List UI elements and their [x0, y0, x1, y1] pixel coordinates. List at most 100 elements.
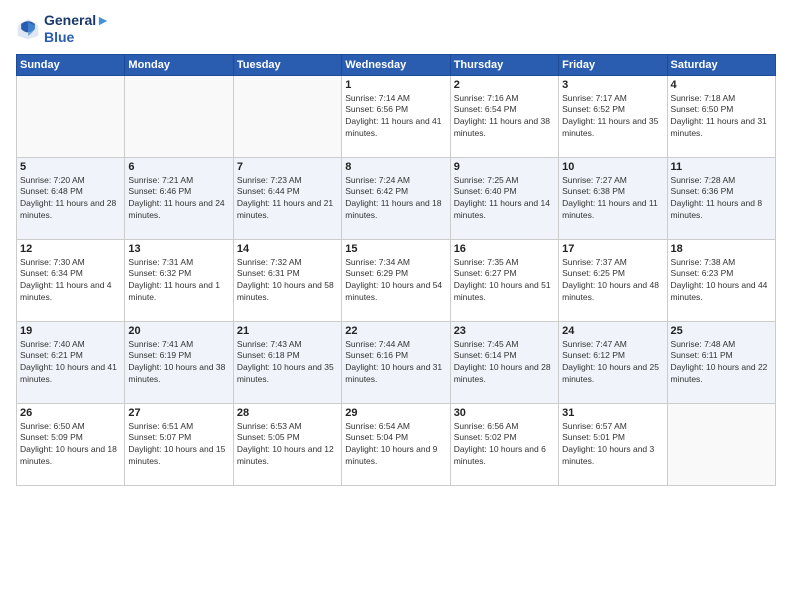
- day-number: 21: [237, 325, 338, 337]
- day-cell: [17, 75, 125, 157]
- day-number: 30: [454, 407, 555, 419]
- day-info: Sunrise: 7:35 AM Sunset: 6:27 PM Dayligh…: [454, 257, 555, 305]
- day-cell: 14 Sunrise: 7:32 AM Sunset: 6:31 PM Dayli…: [233, 239, 341, 321]
- day-number: 9: [454, 161, 555, 173]
- week-row-5: 26 Sunrise: 6:50 AM Sunset: 5:09 PM Dayli…: [17, 403, 776, 485]
- day-cell: 11 Sunrise: 7:28 AM Sunset: 6:36 PM Dayli…: [667, 157, 775, 239]
- weekday-header-thursday: Thursday: [450, 54, 558, 75]
- day-info: Sunrise: 6:56 AM Sunset: 5:02 PM Dayligh…: [454, 421, 555, 469]
- day-info: Sunrise: 6:53 AM Sunset: 5:05 PM Dayligh…: [237, 421, 338, 469]
- logo-text: General► Blue: [44, 12, 110, 46]
- day-number: 2: [454, 79, 555, 91]
- week-row-2: 5Sunrise: 7:20 AM Sunset: 6:48 PM Daylig…: [17, 157, 776, 239]
- day-number: 5: [20, 161, 121, 173]
- day-cell: 19 Sunrise: 7:40 AM Sunset: 6:21 PM Dayli…: [17, 321, 125, 403]
- day-info: Sunrise: 7:32 AM Sunset: 6:31 PM Dayligh…: [237, 257, 338, 305]
- day-cell: 13 Sunrise: 7:31 AM Sunset: 6:32 PM Dayli…: [125, 239, 233, 321]
- day-cell: 18Sunrise: 7:38 AM Sunset: 6:23 PM Dayli…: [667, 239, 775, 321]
- day-info: Sunrise: 7:48 AM Sunset: 6:11 PM Dayligh…: [671, 339, 772, 387]
- week-row-3: 12 Sunrise: 7:30 AM Sunset: 6:34 PM Dayli…: [17, 239, 776, 321]
- page-header: General► Blue: [16, 12, 776, 46]
- day-number: 15: [345, 243, 446, 255]
- day-cell: 8 Sunrise: 7:24 AM Sunset: 6:42 PM Daylig…: [342, 157, 450, 239]
- day-number: 27: [128, 407, 229, 419]
- day-number: 26: [20, 407, 121, 419]
- day-cell: 5Sunrise: 7:20 AM Sunset: 6:48 PM Daylig…: [17, 157, 125, 239]
- weekday-header-friday: Friday: [559, 54, 667, 75]
- day-number: 24: [562, 325, 663, 337]
- day-cell: 10 Sunrise: 7:27 AM Sunset: 6:38 PM Dayli…: [559, 157, 667, 239]
- day-info: Sunrise: 6:57 AM Sunset: 5:01 PM Dayligh…: [562, 421, 663, 469]
- week-row-4: 19 Sunrise: 7:40 AM Sunset: 6:21 PM Dayli…: [17, 321, 776, 403]
- day-info: Sunrise: 7:17 AM Sunset: 6:52 PM Dayligh…: [562, 93, 663, 141]
- day-number: 16: [454, 243, 555, 255]
- day-number: 10: [562, 161, 663, 173]
- day-cell: [233, 75, 341, 157]
- day-number: 8: [345, 161, 446, 173]
- day-cell: 23 Sunrise: 7:45 AM Sunset: 6:14 PM Dayli…: [450, 321, 558, 403]
- day-cell: 4 Sunrise: 7:18 AM Sunset: 6:50 PM Daylig…: [667, 75, 775, 157]
- day-cell: 3 Sunrise: 7:17 AM Sunset: 6:52 PM Daylig…: [559, 75, 667, 157]
- day-info: Sunrise: 7:24 AM Sunset: 6:42 PM Dayligh…: [345, 175, 446, 223]
- day-info: Sunrise: 7:25 AM Sunset: 6:40 PM Dayligh…: [454, 175, 555, 223]
- day-number: 29: [345, 407, 446, 419]
- day-cell: 27 Sunrise: 6:51 AM Sunset: 5:07 PM Dayli…: [125, 403, 233, 485]
- day-info: Sunrise: 6:50 AM Sunset: 5:09 PM Dayligh…: [20, 421, 121, 469]
- day-cell: 25 Sunrise: 7:48 AM Sunset: 6:11 PM Dayli…: [667, 321, 775, 403]
- day-number: 13: [128, 243, 229, 255]
- day-info: Sunrise: 7:47 AM Sunset: 6:12 PM Dayligh…: [562, 339, 663, 387]
- logo-icon: [16, 17, 40, 41]
- day-cell: 29Sunrise: 6:54 AM Sunset: 5:04 PM Dayli…: [342, 403, 450, 485]
- day-info: Sunrise: 7:45 AM Sunset: 6:14 PM Dayligh…: [454, 339, 555, 387]
- day-cell: 20Sunrise: 7:41 AM Sunset: 6:19 PM Dayli…: [125, 321, 233, 403]
- day-number: 14: [237, 243, 338, 255]
- day-info: Sunrise: 7:40 AM Sunset: 6:21 PM Dayligh…: [20, 339, 121, 387]
- weekday-header-wednesday: Wednesday: [342, 54, 450, 75]
- day-number: 11: [671, 161, 772, 173]
- day-info: Sunrise: 7:30 AM Sunset: 6:34 PM Dayligh…: [20, 257, 121, 305]
- weekday-header-saturday: Saturday: [667, 54, 775, 75]
- weekday-header-row: SundayMondayTuesdayWednesdayThursdayFrid…: [17, 54, 776, 75]
- day-number: 23: [454, 325, 555, 337]
- day-number: 6: [128, 161, 229, 173]
- day-info: Sunrise: 7:34 AM Sunset: 6:29 PM Dayligh…: [345, 257, 446, 305]
- day-number: 18: [671, 243, 772, 255]
- day-info: Sunrise: 7:27 AM Sunset: 6:38 PM Dayligh…: [562, 175, 663, 223]
- day-number: 12: [20, 243, 121, 255]
- week-row-1: 1 Sunrise: 7:14 AM Sunset: 6:56 PM Daylig…: [17, 75, 776, 157]
- day-info: Sunrise: 7:44 AM Sunset: 6:16 PM Dayligh…: [345, 339, 446, 387]
- day-info: Sunrise: 7:16 AM Sunset: 6:54 PM Dayligh…: [454, 93, 555, 141]
- day-cell: 31 Sunrise: 6:57 AM Sunset: 5:01 PM Dayli…: [559, 403, 667, 485]
- weekday-header-sunday: Sunday: [17, 54, 125, 75]
- day-info: Sunrise: 7:23 AM Sunset: 6:44 PM Dayligh…: [237, 175, 338, 223]
- day-cell: 16 Sunrise: 7:35 AM Sunset: 6:27 PM Dayli…: [450, 239, 558, 321]
- logo: General► Blue: [16, 12, 110, 46]
- day-info: Sunrise: 7:43 AM Sunset: 6:18 PM Dayligh…: [237, 339, 338, 387]
- day-info: Sunrise: 7:14 AM Sunset: 6:56 PM Dayligh…: [345, 93, 446, 141]
- day-cell: 1 Sunrise: 7:14 AM Sunset: 6:56 PM Daylig…: [342, 75, 450, 157]
- day-cell: 6Sunrise: 7:21 AM Sunset: 6:46 PM Daylig…: [125, 157, 233, 239]
- day-number: 19: [20, 325, 121, 337]
- day-info: Sunrise: 6:51 AM Sunset: 5:07 PM Dayligh…: [128, 421, 229, 469]
- day-cell: [125, 75, 233, 157]
- day-info: Sunrise: 7:41 AM Sunset: 6:19 PM Dayligh…: [128, 339, 229, 387]
- day-number: 4: [671, 79, 772, 91]
- day-number: 28: [237, 407, 338, 419]
- day-cell: 7Sunrise: 7:23 AM Sunset: 6:44 PM Daylig…: [233, 157, 341, 239]
- day-cell: 21 Sunrise: 7:43 AM Sunset: 6:18 PM Dayli…: [233, 321, 341, 403]
- day-number: 1: [345, 79, 446, 91]
- day-cell: 30 Sunrise: 6:56 AM Sunset: 5:02 PM Dayli…: [450, 403, 558, 485]
- day-number: 31: [562, 407, 663, 419]
- day-info: Sunrise: 7:28 AM Sunset: 6:36 PM Dayligh…: [671, 175, 772, 223]
- day-info: Sunrise: 7:31 AM Sunset: 6:32 PM Dayligh…: [128, 257, 229, 305]
- day-info: Sunrise: 7:37 AM Sunset: 6:25 PM Dayligh…: [562, 257, 663, 305]
- day-cell: 17Sunrise: 7:37 AM Sunset: 6:25 PM Dayli…: [559, 239, 667, 321]
- day-number: 3: [562, 79, 663, 91]
- day-cell: 2 Sunrise: 7:16 AM Sunset: 6:54 PM Daylig…: [450, 75, 558, 157]
- weekday-header-monday: Monday: [125, 54, 233, 75]
- day-cell: 15 Sunrise: 7:34 AM Sunset: 6:29 PM Dayli…: [342, 239, 450, 321]
- day-cell: 22Sunrise: 7:44 AM Sunset: 6:16 PM Dayli…: [342, 321, 450, 403]
- day-cell: [667, 403, 775, 485]
- day-number: 25: [671, 325, 772, 337]
- day-info: Sunrise: 7:18 AM Sunset: 6:50 PM Dayligh…: [671, 93, 772, 141]
